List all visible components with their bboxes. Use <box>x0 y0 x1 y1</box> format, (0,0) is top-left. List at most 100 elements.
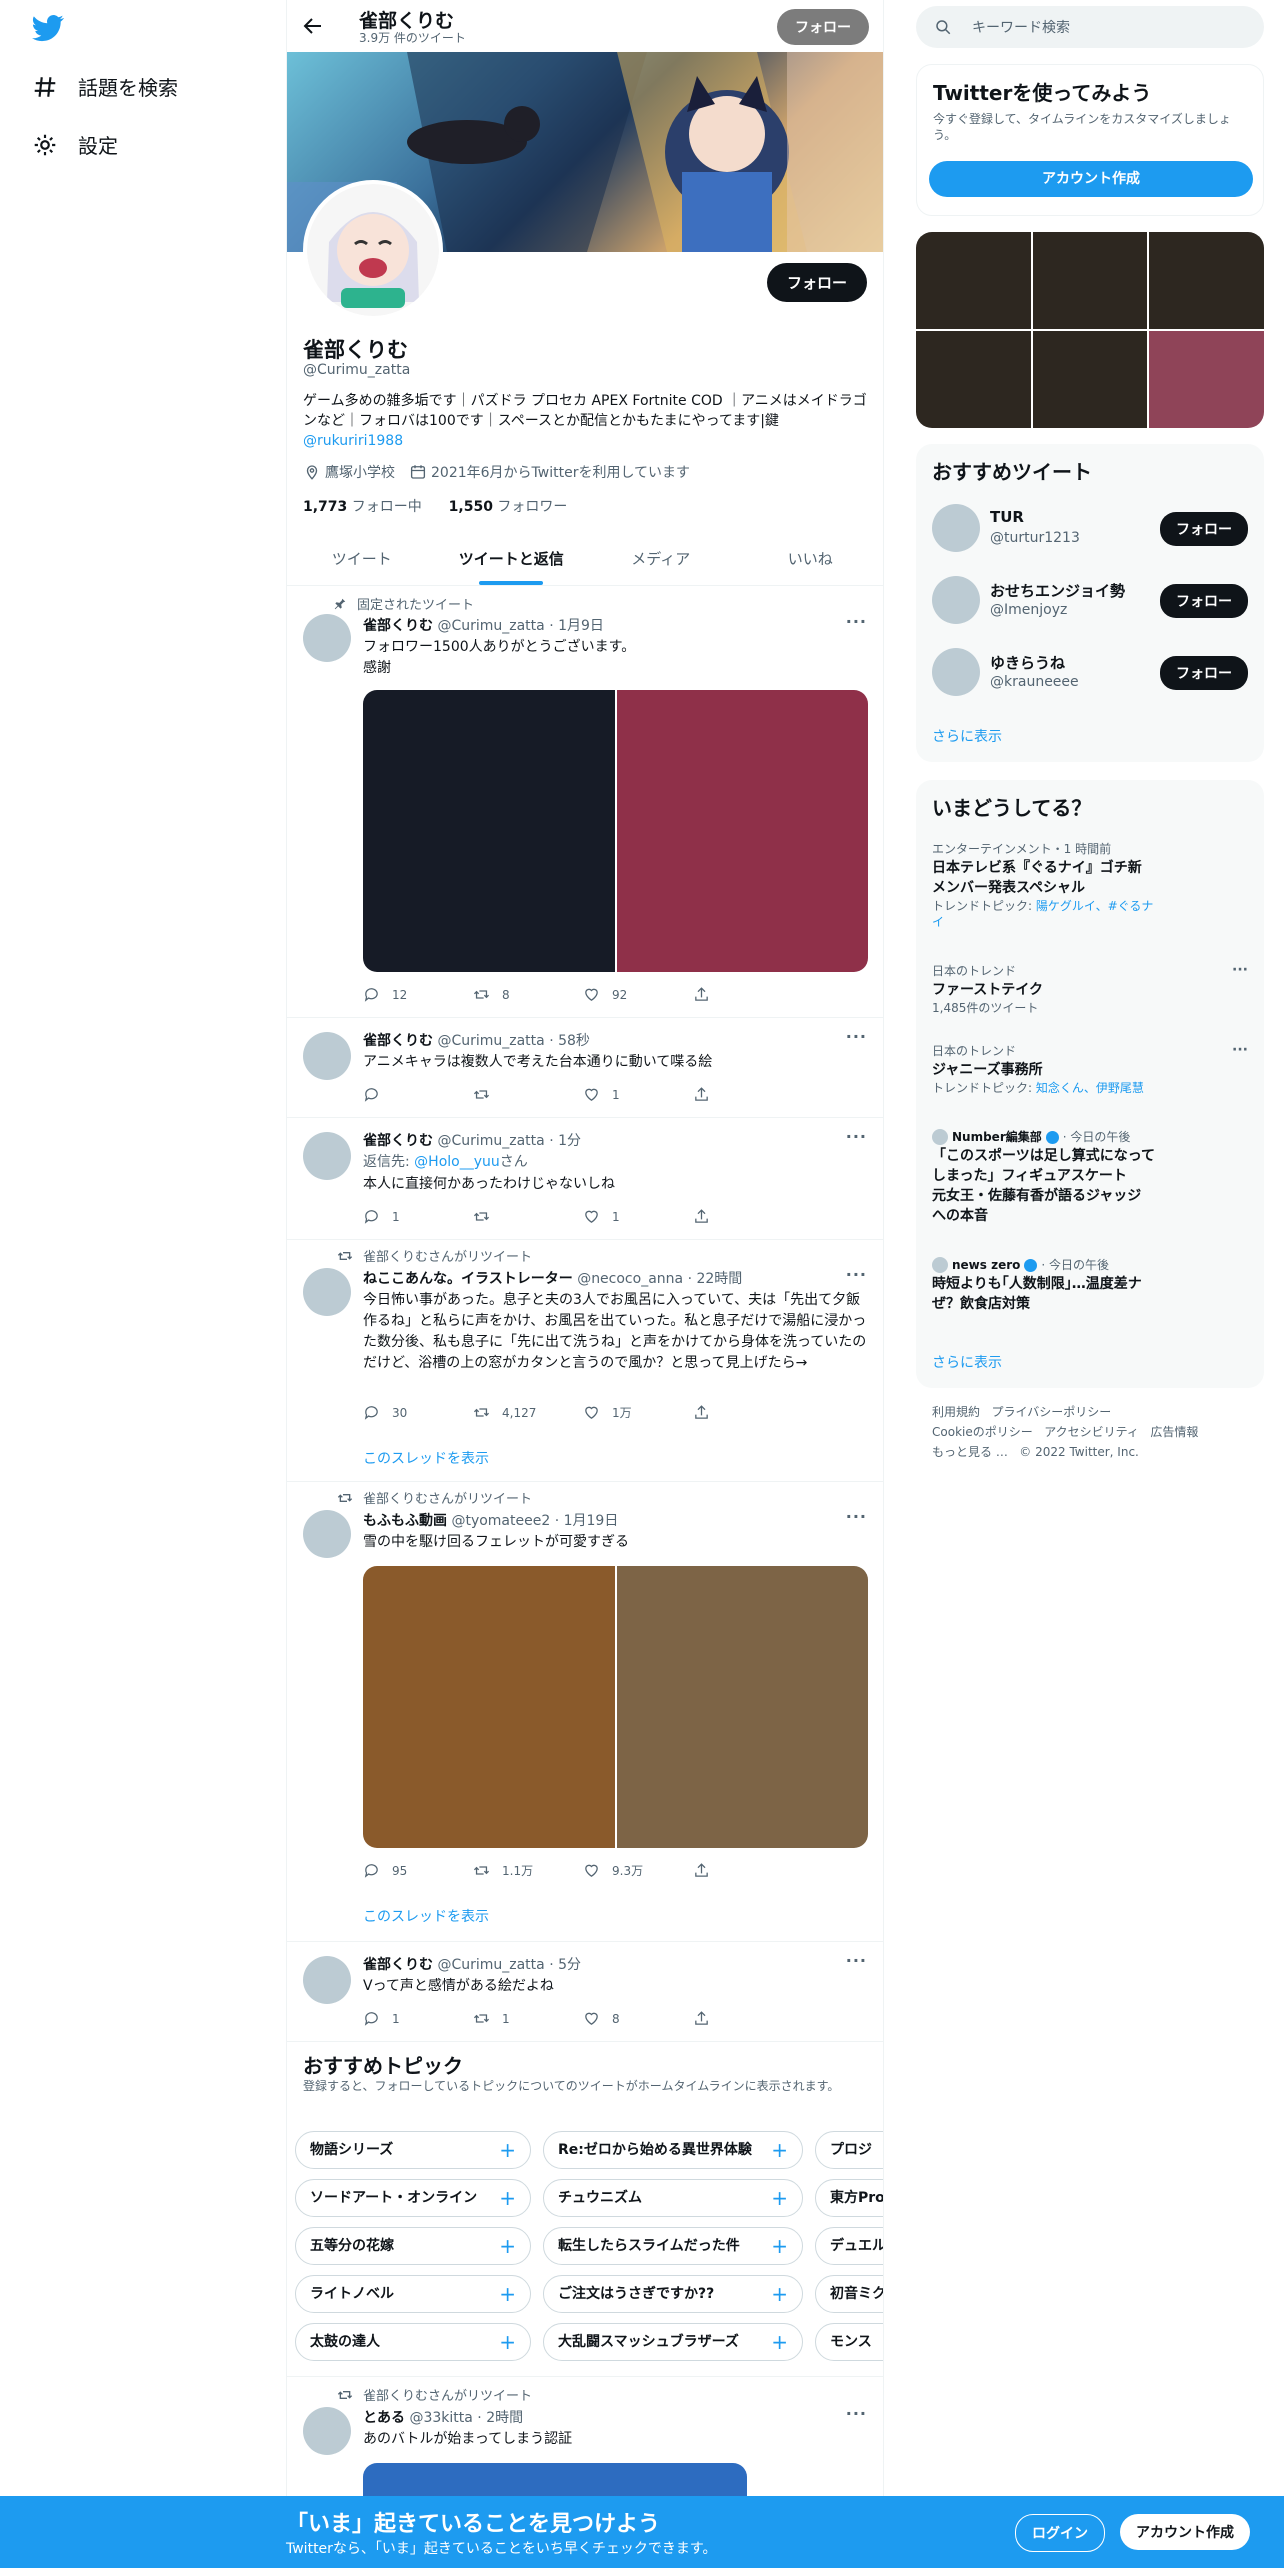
topic-chip[interactable]: 転生したらスライムだった件 + <box>543 2227 803 2265</box>
show-more-link[interactable]: さらに表示 <box>932 1352 1002 1372</box>
tweet-item[interactable]: 雀部くりむさんがリツイート ねここあんな。イラストレーター @necoco_an… <box>287 1240 883 1482</box>
news-item[interactable]: Number編集部 · 今日の午後 「このスポーツは足し算式になって しまった」… <box>932 1128 1248 1226</box>
tweet-more-button[interactable]: ··· <box>846 1027 867 1046</box>
reply-button[interactable]: 1 <box>363 1208 473 1225</box>
share-button[interactable] <box>693 1862 803 1879</box>
retweet-button[interactable] <box>473 1086 583 1103</box>
follow-button[interactable]: フォロー <box>1160 512 1248 546</box>
nav-explore[interactable]: 話題を検索 <box>32 72 178 101</box>
tweet-more-button[interactable]: ··· <box>846 1507 867 1526</box>
topic-chip[interactable]: ライトノベル + <box>295 2275 531 2313</box>
topic-chip[interactable]: チュウニズム + <box>543 2179 803 2217</box>
reply-button[interactable]: 12 <box>363 986 473 1003</box>
tweet-avatar[interactable] <box>303 614 351 662</box>
media-thumbnail[interactable] <box>1149 232 1264 329</box>
bio-link[interactable]: @rukuriri1988 <box>303 433 403 449</box>
footer-more[interactable]: もっと見る … <box>932 1445 1008 1459</box>
tweet-item[interactable]: 雀部くりむさんがリツイート もふもふ動画 @tyomateee2 · 1月19日… <box>287 1482 883 1942</box>
footer-cookie[interactable]: Cookieのポリシー <box>932 1425 1033 1439</box>
avatar[interactable] <box>932 504 980 552</box>
retweet-button[interactable]: 1.1万 <box>473 1862 583 1879</box>
tweet-author-name[interactable]: とある <box>363 2410 405 2426</box>
topic-chip[interactable]: デュエル <box>815 2227 883 2265</box>
tweet-time[interactable]: 22時間 <box>696 1271 742 1287</box>
tweet-item[interactable]: 雀部くりむ @Curimu_zatta · 1分 ··· 返信先: @Holo_… <box>287 1118 883 1240</box>
media-thumbnail[interactable] <box>916 331 1031 428</box>
tweet-author-name[interactable]: 雀部くりむ <box>363 1033 433 1049</box>
tweet-author-name[interactable]: ねここあんな。イラストレーター <box>363 1271 573 1287</box>
trend-topic-link[interactable]: 知念くん、伊野尾慧 <box>1036 1081 1144 1095</box>
follow-button[interactable]: フォロー <box>1160 656 1248 690</box>
plus-icon[interactable]: + <box>499 2180 516 2216</box>
following-link[interactable]: 1,773 フォロー中 <box>303 499 422 515</box>
twitter-logo-icon[interactable] <box>30 12 66 44</box>
media-thumbnail[interactable] <box>1149 331 1264 428</box>
tweet-item[interactable]: 雀部くりむ @Curimu_zatta · 5分 ··· Vって声と感情がある絵… <box>287 1942 883 2042</box>
tweet-avatar[interactable] <box>303 1956 351 2004</box>
plus-icon[interactable]: + <box>771 2276 788 2312</box>
topic-chip[interactable]: ソードアート・オンライン + <box>295 2179 531 2217</box>
retweet-button[interactable]: 1 <box>473 2010 583 2027</box>
topic-chip[interactable]: モンス <box>815 2323 883 2361</box>
tweet-media[interactable] <box>363 1566 868 1848</box>
tweet-media-image[interactable] <box>614 1566 868 1848</box>
tweet-avatar[interactable] <box>303 1510 351 1558</box>
plus-icon[interactable]: + <box>499 2276 516 2312</box>
reply-button[interactable] <box>363 1086 473 1103</box>
retweeted-by[interactable]: 雀部くりむさんがリツイート <box>363 2385 532 2404</box>
reply-to-link[interactable]: @Holo__yuu <box>414 1154 500 1170</box>
topic-chip[interactable]: プロジ <box>815 2131 883 2169</box>
topic-chip[interactable]: 大乱闘スマッシュブラザーズ + <box>543 2323 803 2361</box>
retweet-button[interactable]: 8 <box>473 986 583 1003</box>
topic-chip[interactable]: 初音ミク <box>815 2275 883 2313</box>
plus-icon[interactable]: + <box>771 2180 788 2216</box>
avatar[interactable] <box>932 576 980 624</box>
create-account-button[interactable]: アカウント作成 <box>929 161 1253 197</box>
back-arrow-icon[interactable] <box>301 14 325 38</box>
tweet-media-image[interactable] <box>614 690 868 972</box>
reply-button[interactable]: 95 <box>363 1862 473 1879</box>
tweet-more-button[interactable]: ··· <box>846 1265 867 1284</box>
tweet-media[interactable] <box>363 690 868 972</box>
tweet-avatar[interactable] <box>303 1268 351 1316</box>
tweet-time[interactable]: 1月9日 <box>558 618 604 634</box>
retweet-button[interactable] <box>473 1208 583 1225</box>
recommended-account[interactable]: TUR @turtur1213 フォロー <box>932 500 1248 556</box>
like-button[interactable]: 8 <box>583 2010 693 2027</box>
avatar[interactable] <box>932 648 980 696</box>
tab-likes[interactable]: いいね <box>736 532 884 585</box>
show-more-link[interactable]: さらに表示 <box>932 726 1002 746</box>
tweet-avatar[interactable] <box>303 1132 351 1180</box>
media-thumbnail[interactable] <box>916 232 1031 329</box>
trend-item[interactable]: 日本のトレンド ファーストテイク 1,485件のツイート ··· <box>932 962 1248 1016</box>
tweet-more-button[interactable]: ··· <box>846 1951 867 1970</box>
tweet-media-image[interactable] <box>363 690 615 972</box>
footer-terms[interactable]: 利用規約 <box>932 1405 980 1419</box>
topbar-follow-button[interactable]: フォロー <box>777 9 869 45</box>
footer-accessibility[interactable]: アクセシビリティ <box>1044 1425 1139 1439</box>
tweet-more-button[interactable]: ··· <box>846 2404 867 2423</box>
login-button[interactable]: ログイン <box>1015 2514 1105 2552</box>
recommended-account[interactable]: おせちエンジョイ勢 @Imenjoyz フォロー <box>932 572 1248 628</box>
retweet-button[interactable]: 4,127 <box>473 1404 583 1421</box>
tweet-time[interactable]: 2時間 <box>486 2410 523 2426</box>
trend-more-button[interactable]: ··· <box>1232 962 1248 978</box>
tweet-avatar[interactable] <box>303 2407 351 2455</box>
follow-button[interactable]: フォロー <box>1160 584 1248 618</box>
share-button[interactable] <box>693 986 803 1003</box>
tweet-time[interactable]: 1月19日 <box>564 1513 619 1529</box>
footer-privacy[interactable]: プライバシーポリシー <box>991 1405 1111 1419</box>
trend-item[interactable]: 日本のトレンド ジャニーズ事務所 トレンドトピック: 知念くん、伊野尾慧 ··· <box>932 1042 1248 1096</box>
signup-button[interactable]: アカウント作成 <box>1120 2514 1250 2550</box>
plus-icon[interactable]: + <box>499 2132 516 2168</box>
like-button[interactable]: 1 <box>583 1086 693 1103</box>
footer-ads[interactable]: 広告情報 <box>1150 1425 1198 1439</box>
nav-settings[interactable]: 設定 <box>32 130 118 159</box>
tab-media[interactable]: メディア <box>586 532 736 585</box>
tweet-author-name[interactable]: もふもふ動画 <box>363 1513 447 1529</box>
tweet-time[interactable]: 1分 <box>558 1133 581 1149</box>
tweet-avatar[interactable] <box>303 1032 351 1080</box>
profile-follow-button[interactable]: フォロー <box>766 263 867 302</box>
plus-icon[interactable]: + <box>499 2228 516 2264</box>
like-button[interactable]: 1万 <box>583 1404 693 1421</box>
